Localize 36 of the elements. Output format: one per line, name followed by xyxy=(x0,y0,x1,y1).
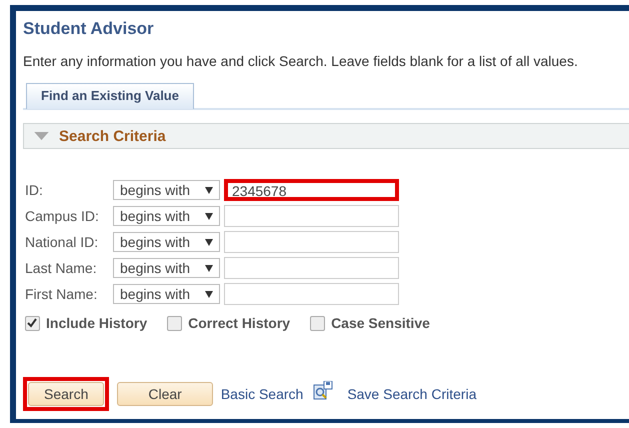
action-button[interactable]: Clear xyxy=(117,382,213,406)
section-title: Search Criteria xyxy=(59,128,166,144)
input-field[interactable] xyxy=(224,205,399,227)
field-label: National ID: xyxy=(25,234,100,250)
field-label: First Name: xyxy=(25,286,98,302)
page-title: Student Advisor xyxy=(23,19,155,40)
field-label: Last Name: xyxy=(25,260,98,276)
input-field[interactable] xyxy=(224,231,399,253)
dropdown-caret-icon xyxy=(205,186,213,194)
action-button[interactable]: Search xyxy=(28,382,104,406)
checkbox[interactable] xyxy=(25,316,40,330)
dropdown-caret-icon xyxy=(205,264,213,272)
dropdown-caret-icon xyxy=(205,238,213,246)
input-field[interactable] xyxy=(224,257,399,279)
save-search-criteria-link[interactable]: Save Search Criteria xyxy=(347,386,476,402)
checkbox-label: Include History xyxy=(46,315,148,331)
operator-dropdown[interactable]: begins with xyxy=(113,180,220,200)
dropdown-caret-icon xyxy=(205,212,213,220)
basic-search-link[interactable]: Basic Search xyxy=(220,386,304,402)
tab[interactable]: Find an Existing Value xyxy=(26,83,194,109)
field-label: ID: xyxy=(25,182,44,198)
instructions-text: Enter any information you have and click Search. Leave fields blank for a list of all values. xyxy=(23,53,579,69)
document-magnifier-icon[interactable] xyxy=(313,381,334,401)
checkbox[interactable] xyxy=(167,316,182,330)
input-field[interactable]: 2345678 xyxy=(224,179,399,201)
collapse-triangle-icon[interactable] xyxy=(34,132,49,140)
dropdown-caret-icon xyxy=(205,290,213,298)
operator-dropdown[interactable]: begins with xyxy=(113,284,220,304)
operator-dropdown[interactable]: begins with xyxy=(113,258,220,278)
input-field[interactable] xyxy=(224,283,399,305)
checkbox-label: Correct History xyxy=(188,315,290,331)
checkbox-label: Case Sensitive xyxy=(331,315,430,331)
operator-dropdown[interactable]: begins with xyxy=(113,206,220,226)
field-label: Campus ID: xyxy=(25,208,100,224)
checkbox[interactable] xyxy=(310,316,326,330)
operator-dropdown[interactable]: begins with xyxy=(113,232,220,252)
